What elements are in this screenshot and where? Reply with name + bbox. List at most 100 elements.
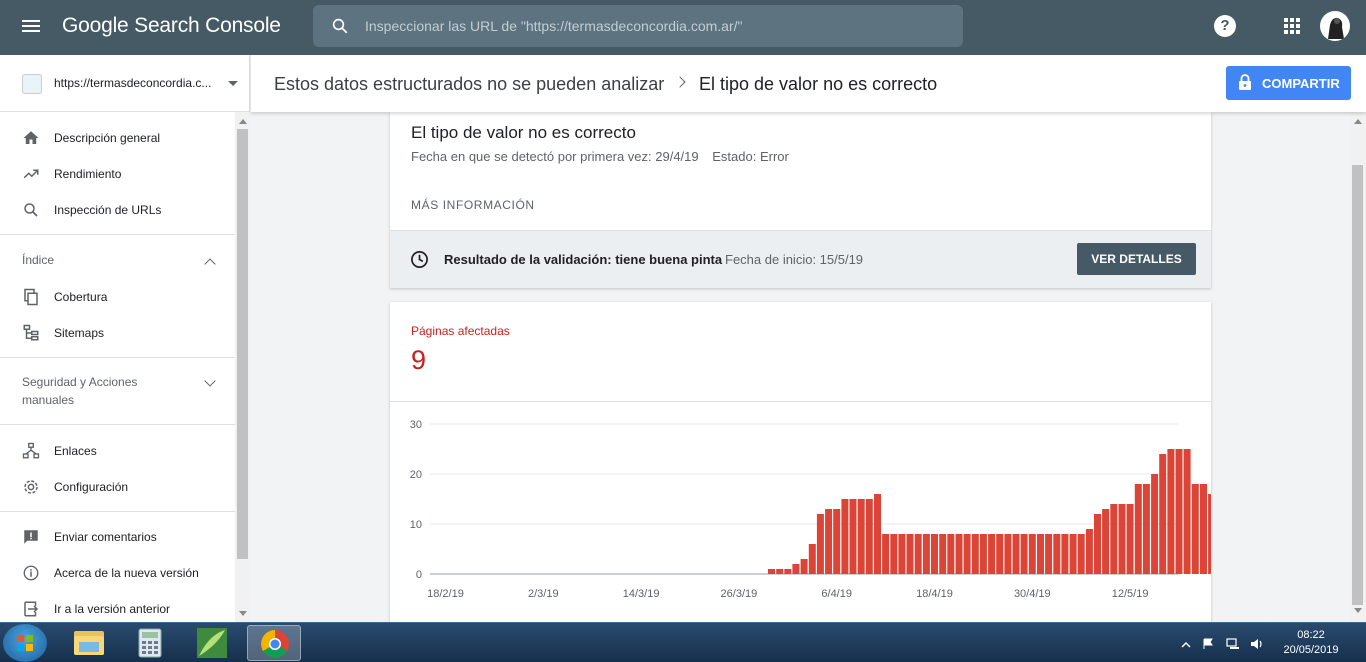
chart-bar[interactable]	[1037, 534, 1044, 574]
chart-bar[interactable]	[979, 534, 987, 574]
sidebar-item-overview[interactable]: Descripción general	[0, 120, 235, 156]
sidebar-item-feedback[interactable]: Enviar comentarios	[0, 519, 235, 555]
taskbar-clock[interactable]: 08:22 20/05/2019	[1276, 628, 1346, 658]
chart-bar[interactable]	[808, 544, 816, 574]
chart-bar[interactable]	[1151, 474, 1159, 574]
chart-bar[interactable]	[931, 534, 938, 574]
chart-bar[interactable]	[1020, 534, 1028, 574]
chart-bar[interactable]	[1069, 534, 1077, 574]
taskbar-calculator[interactable]	[123, 625, 177, 661]
help-icon[interactable]: ?	[1214, 15, 1236, 37]
apps-grid-icon[interactable]	[1284, 18, 1300, 34]
chart-bar[interactable]	[1045, 534, 1053, 574]
chart-bar[interactable]	[857, 499, 865, 574]
chart-bar[interactable]	[800, 559, 808, 574]
chart-bar[interactable]	[865, 499, 873, 574]
main-scrollbar-thumb[interactable]	[1352, 165, 1363, 605]
sidebar-item-about[interactable]: Acerca de la nueva versión	[0, 555, 235, 591]
chart-bar[interactable]	[1053, 534, 1061, 574]
chart-bar[interactable]	[1118, 504, 1126, 574]
chart-bar[interactable]	[1191, 484, 1199, 574]
chart-bar[interactable]	[874, 494, 881, 574]
chart-bar[interactable]	[816, 514, 824, 574]
search-box[interactable]	[313, 5, 963, 47]
taskbar-app[interactable]	[185, 625, 239, 661]
chart-bar[interactable]	[1167, 449, 1175, 574]
start-button[interactable]	[3, 624, 47, 662]
chart-bar[interactable]	[1085, 529, 1093, 574]
chart-bar[interactable]	[841, 499, 849, 574]
chart-bar[interactable]	[1183, 449, 1191, 574]
chart-bar[interactable]	[1061, 534, 1069, 574]
see-details-button[interactable]: VER DETALLES	[1077, 243, 1196, 275]
chart-bar[interactable]	[1134, 484, 1142, 574]
flag-icon[interactable]	[1202, 637, 1214, 649]
chart-bar[interactable]	[1208, 494, 1211, 574]
chart-bar[interactable]	[890, 534, 898, 574]
chart-bar[interactable]	[1175, 449, 1183, 574]
chart-bar[interactable]	[1004, 534, 1012, 574]
section-index-label[interactable]: Índice	[22, 251, 54, 269]
scroll-down-arrow-icon[interactable]	[239, 611, 247, 616]
sidebar-item-sitemaps[interactable]: Sitemaps	[0, 315, 235, 351]
x-tick-label: 14/3/19	[623, 588, 660, 600]
sidebar-item-performance[interactable]: Rendimiento	[0, 156, 235, 192]
avatar[interactable]	[1320, 11, 1350, 41]
sidebar-scrollbar-thumb[interactable]	[237, 129, 248, 559]
chart-bar[interactable]	[768, 569, 775, 574]
chart-bar[interactable]	[882, 534, 890, 574]
scroll-up-arrow-icon[interactable]	[239, 119, 247, 124]
y-tick-label: 0	[416, 569, 422, 581]
chart-bar[interactable]	[955, 534, 963, 574]
scroll-up-arrow-icon[interactable]	[1354, 119, 1362, 124]
chart-bar[interactable]	[1159, 454, 1167, 574]
chart-bar[interactable]	[849, 499, 857, 574]
property-selector[interactable]: https://termasdeconcordia.c...	[0, 55, 250, 112]
chart-bar[interactable]	[996, 534, 1004, 574]
chart-bar[interactable]	[1028, 534, 1036, 574]
chart-bar[interactable]	[1077, 534, 1085, 574]
sidebar-item-coverage[interactable]: Cobertura	[0, 279, 235, 315]
info-icon	[23, 565, 39, 581]
chart-bar[interactable]	[906, 534, 914, 574]
taskbar-explorer[interactable]	[62, 625, 116, 661]
chart-bar[interactable]	[1126, 504, 1134, 574]
section-security-label[interactable]: Seguridad y Acciones manuales	[22, 373, 182, 409]
chart-bar[interactable]	[1102, 509, 1110, 574]
chart-bar[interactable]	[914, 534, 922, 574]
chart-bar[interactable]	[898, 534, 906, 574]
chart-bar[interactable]	[1110, 504, 1118, 574]
chart-bar[interactable]	[792, 564, 800, 574]
chart-bar[interactable]	[947, 534, 955, 574]
chart-bar[interactable]	[971, 534, 979, 574]
more-info-link[interactable]: MÁS INFORMACIÓN	[411, 198, 535, 212]
volume-icon[interactable]	[1250, 637, 1262, 649]
sidebar-item-settings[interactable]: Configuración	[0, 469, 235, 505]
chart-bar[interactable]	[776, 569, 784, 574]
chart-bar[interactable]	[939, 534, 947, 574]
sitemap-icon	[23, 324, 39, 341]
chart-bar[interactable]	[963, 534, 971, 574]
search-input[interactable]	[365, 5, 945, 47]
sidebar-item-url-inspection[interactable]: Inspección de URLs	[0, 192, 235, 228]
breadcrumb-parent[interactable]: Estos datos estructurados no se pueden a…	[274, 74, 664, 95]
chart-bar[interactable]	[1012, 534, 1020, 574]
chevron-up-icon[interactable]	[204, 258, 216, 270]
chart-bar[interactable]	[1142, 484, 1150, 574]
x-tick-label: 18/2/19	[427, 588, 464, 600]
tray-expand-icon[interactable]	[1180, 638, 1192, 650]
chart-bar[interactable]	[833, 509, 841, 574]
chart-bar[interactable]	[825, 509, 833, 574]
chart-bar[interactable]	[922, 534, 930, 574]
chart-bar[interactable]	[988, 534, 996, 574]
taskbar-chrome[interactable]	[247, 625, 301, 661]
chart-bar[interactable]	[1200, 484, 1207, 574]
menu-icon[interactable]	[22, 17, 42, 37]
network-icon[interactable]	[1226, 637, 1239, 649]
scroll-down-arrow-icon[interactable]	[1354, 608, 1362, 613]
share-button[interactable]: COMPARTIR	[1226, 66, 1351, 100]
chevron-down-icon[interactable]	[204, 375, 216, 387]
sidebar-item-links[interactable]: Enlaces	[0, 433, 235, 469]
chart-bar[interactable]	[784, 569, 792, 574]
chart-bar[interactable]	[1094, 514, 1101, 574]
